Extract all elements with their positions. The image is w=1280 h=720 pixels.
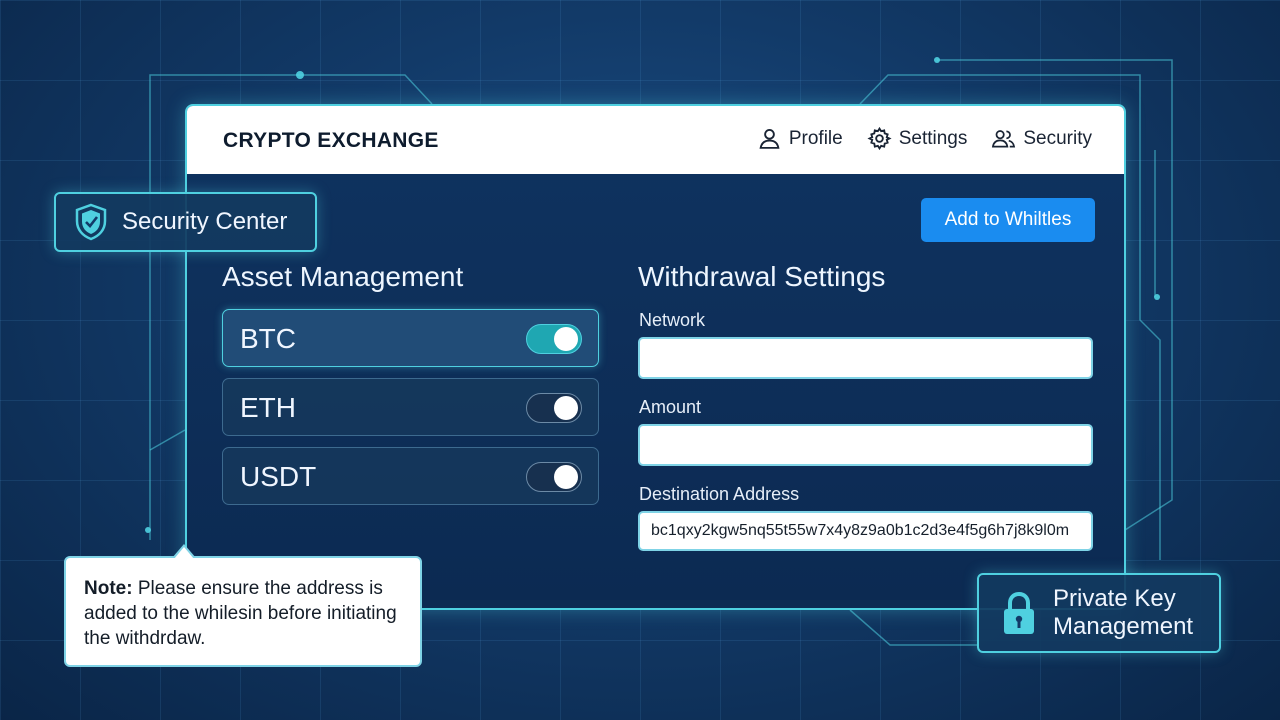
note-callout: Note: Please ensure the address is added…	[64, 544, 422, 667]
brand-title: CRYPTO EXCHANGE	[223, 129, 439, 152]
private-key-management-badge[interactable]: Private Key Management	[977, 573, 1221, 653]
asset-row-usdt[interactable]: USDT	[222, 447, 599, 505]
note-prefix: Note:	[84, 578, 133, 599]
eth-toggle[interactable]	[526, 393, 582, 423]
usdt-toggle[interactable]	[526, 462, 582, 492]
private-key-label: Private Key Management	[1053, 585, 1193, 641]
btc-toggle[interactable]	[526, 324, 582, 354]
security-center-badge[interactable]: Security Center	[54, 192, 317, 252]
top-bar: CRYPTO EXCHANGE Profile Settings Securit…	[187, 106, 1124, 174]
toggle-knob	[554, 465, 578, 489]
asset-management-title: Asset Management	[222, 261, 464, 292]
users-icon	[992, 130, 1016, 148]
private-key-line2: Management	[1053, 613, 1194, 640]
withdrawal-settings-title: Withdrawal Settings	[638, 261, 886, 292]
top-nav: Profile Settings Security	[757, 126, 1092, 151]
shield-check-icon	[75, 203, 107, 241]
toggle-knob	[554, 327, 578, 351]
toggle-knob	[554, 396, 578, 420]
amount-input[interactable]	[638, 424, 1093, 466]
network-label: Network	[639, 310, 706, 330]
destination-address-input[interactable]	[638, 511, 1093, 551]
lock-icon	[1004, 591, 1034, 634]
add-to-whitelist-button[interactable]: Add to Whiltles	[921, 198, 1095, 242]
exchange-window: CRYPTO EXCHANGE Profile Settings Securit…	[185, 104, 1126, 610]
asset-label-eth: ETH	[240, 392, 296, 423]
nav-profile-label: Profile	[788, 127, 843, 149]
asset-label-btc: BTC	[240, 323, 296, 354]
network-input[interactable]	[638, 337, 1093, 379]
security-center-label: Security Center	[122, 208, 288, 235]
nav-settings[interactable]: Settings	[867, 126, 968, 151]
user-icon	[759, 129, 780, 149]
amount-label: Amount	[639, 397, 702, 417]
nav-security[interactable]: Security	[991, 126, 1092, 151]
nav-profile[interactable]: Profile	[757, 126, 843, 151]
nav-settings-label: Settings	[898, 127, 968, 149]
nav-security-label: Security	[1023, 127, 1092, 149]
destination-address-label: Destination Address	[639, 484, 800, 504]
asset-row-eth[interactable]: ETH	[222, 378, 599, 436]
asset-label-usdt: USDT	[240, 461, 317, 492]
private-key-line1: Private Key	[1053, 585, 1176, 612]
gear-icon	[867, 126, 892, 151]
asset-row-btc[interactable]: BTC	[222, 309, 599, 367]
